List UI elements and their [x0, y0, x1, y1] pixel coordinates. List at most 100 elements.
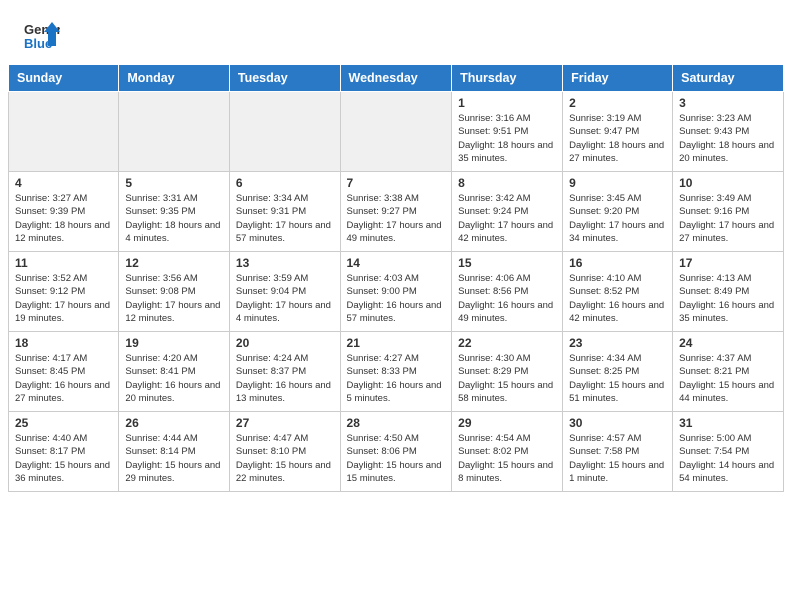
day-number: 18	[15, 336, 112, 350]
calendar-cell: 21 Sunrise: 4:27 AMSunset: 8:33 PMDayligh…	[340, 332, 452, 412]
day-info: Sunrise: 4:30 AMSunset: 8:29 PMDaylight:…	[458, 352, 556, 405]
calendar-cell: 15Sunrise: 4:06 AMSunset: 8:56 PMDayligh…	[452, 252, 563, 332]
weekday-header-saturday: Saturday	[673, 65, 784, 92]
day-number: 25	[15, 416, 112, 430]
day-number: 9	[569, 176, 666, 190]
day-info: Sunrise: 4:27 AMSunset: 8:33 PMDaylight:…	[347, 352, 446, 405]
calendar-cell	[229, 92, 340, 172]
day-number: 30	[569, 416, 666, 430]
calendar-cell: 12 Sunrise: 3:56 AMSunset: 9:08 PMDayligh…	[119, 252, 230, 332]
day-info: Sunrise: 4:44 AMSunset: 8:14 PMDaylight:…	[125, 432, 223, 485]
day-info: Sunrise: 3:27 AMSunset: 9:39 PMDaylight:…	[15, 192, 112, 245]
day-info: Sunrise: 4:17 AMSunset: 8:45 PMDaylight:…	[15, 352, 112, 405]
day-info: Sunrise: 4:54 AMSunset: 8:02 PMDaylight:…	[458, 432, 556, 485]
day-number: 29	[458, 416, 556, 430]
calendar-cell: 10 Sunrise: 3:49 AMSunset: 9:16 PMDayligh…	[673, 172, 784, 252]
calendar-cell: 9 Sunrise: 3:45 AMSunset: 9:20 PMDaylight…	[563, 172, 673, 252]
weekday-header-sunday: Sunday	[9, 65, 119, 92]
day-info: Sunrise: 4:50 AMSunset: 8:06 PMDaylight:…	[347, 432, 446, 485]
calendar-week-2: 4 Sunrise: 3:27 AMSunset: 9:39 PMDaylight…	[9, 172, 784, 252]
calendar-header: SundayMondayTuesdayWednesdayThursdayFrid…	[9, 65, 784, 92]
day-number: 22	[458, 336, 556, 350]
day-number: 28	[347, 416, 446, 430]
calendar-wrapper: SundayMondayTuesdayWednesdayThursdayFrid…	[0, 64, 792, 496]
day-number: 13	[236, 256, 334, 270]
day-number: 1	[458, 96, 556, 110]
calendar-cell: 30Sunrise: 4:57 AMSunset: 7:58 PMDayligh…	[563, 412, 673, 492]
calendar-cell: 27 Sunrise: 4:47 AMSunset: 8:10 PMDayligh…	[229, 412, 340, 492]
day-number: 4	[15, 176, 112, 190]
day-info: Sunrise: 3:49 AMSunset: 9:16 PMDaylight:…	[679, 192, 777, 245]
calendar-cell: 7Sunrise: 3:38 AMSunset: 9:27 PMDaylight…	[340, 172, 452, 252]
day-info: Sunrise: 3:42 AMSunset: 9:24 PMDaylight:…	[458, 192, 556, 245]
weekday-header-friday: Friday	[563, 65, 673, 92]
calendar-cell: 18 Sunrise: 4:17 AMSunset: 8:45 PMDayligh…	[9, 332, 119, 412]
calendar-cell: 2 Sunrise: 3:19 AMSunset: 9:47 PMDaylight…	[563, 92, 673, 172]
logo: General Blue	[24, 18, 60, 54]
calendar-cell: 11Sunrise: 3:52 AMSunset: 9:12 PMDayligh…	[9, 252, 119, 332]
weekday-header-monday: Monday	[119, 65, 230, 92]
day-number: 19	[125, 336, 223, 350]
day-info: Sunrise: 3:56 AMSunset: 9:08 PMDaylight:…	[125, 272, 223, 325]
day-number: 3	[679, 96, 777, 110]
calendar-cell: 31 Sunrise: 5:00 AMSunset: 7:54 PMDayligh…	[673, 412, 784, 492]
calendar-body: 1 Sunrise: 3:16 AMSunset: 9:51 PMDaylight…	[9, 92, 784, 492]
day-info: Sunrise: 3:38 AMSunset: 9:27 PMDaylight:…	[347, 192, 446, 245]
page-header: General Blue	[0, 0, 792, 64]
day-info: Sunrise: 3:19 AMSunset: 9:47 PMDaylight:…	[569, 112, 666, 165]
day-info: Sunrise: 4:10 AMSunset: 8:52 PMDaylight:…	[569, 272, 666, 325]
calendar-cell	[119, 92, 230, 172]
weekday-header-thursday: Thursday	[452, 65, 563, 92]
day-number: 12	[125, 256, 223, 270]
day-number: 24	[679, 336, 777, 350]
day-number: 21	[347, 336, 446, 350]
calendar-cell: 20 Sunrise: 4:24 AMSunset: 8:37 PMDayligh…	[229, 332, 340, 412]
day-info: Sunrise: 3:59 AMSunset: 9:04 PMDaylight:…	[236, 272, 334, 325]
day-info: Sunrise: 4:06 AMSunset: 8:56 PMDaylight:…	[458, 272, 556, 325]
day-info: Sunrise: 3:34 AMSunset: 9:31 PMDaylight:…	[236, 192, 334, 245]
day-info: Sunrise: 4:13 AMSunset: 8:49 PMDaylight:…	[679, 272, 777, 325]
calendar-cell: 14Sunrise: 4:03 AMSunset: 9:00 PMDayligh…	[340, 252, 452, 332]
calendar-cell: 23 Sunrise: 4:34 AMSunset: 8:25 PMDayligh…	[563, 332, 673, 412]
day-info: Sunrise: 3:16 AMSunset: 9:51 PMDaylight:…	[458, 112, 556, 165]
calendar-week-5: 25 Sunrise: 4:40 AMSunset: 8:17 PMDayligh…	[9, 412, 784, 492]
day-info: Sunrise: 4:40 AMSunset: 8:17 PMDaylight:…	[15, 432, 112, 485]
calendar-cell: 1 Sunrise: 3:16 AMSunset: 9:51 PMDaylight…	[452, 92, 563, 172]
day-info: Sunrise: 3:23 AMSunset: 9:43 PMDaylight:…	[679, 112, 777, 165]
day-info: Sunrise: 4:47 AMSunset: 8:10 PMDaylight:…	[236, 432, 334, 485]
calendar-cell: 6Sunrise: 3:34 AMSunset: 9:31 PMDaylight…	[229, 172, 340, 252]
calendar-cell: 22 Sunrise: 4:30 AMSunset: 8:29 PMDayligh…	[452, 332, 563, 412]
day-number: 26	[125, 416, 223, 430]
calendar-cell: 16 Sunrise: 4:10 AMSunset: 8:52 PMDayligh…	[563, 252, 673, 332]
day-number: 20	[236, 336, 334, 350]
day-info: Sunrise: 3:52 AMSunset: 9:12 PMDaylight:…	[15, 272, 112, 325]
weekday-header-row: SundayMondayTuesdayWednesdayThursdayFrid…	[9, 65, 784, 92]
day-info: Sunrise: 4:34 AMSunset: 8:25 PMDaylight:…	[569, 352, 666, 405]
calendar-cell: 26 Sunrise: 4:44 AMSunset: 8:14 PMDayligh…	[119, 412, 230, 492]
day-info: Sunrise: 4:20 AMSunset: 8:41 PMDaylight:…	[125, 352, 223, 405]
day-number: 31	[679, 416, 777, 430]
calendar-week-1: 1 Sunrise: 3:16 AMSunset: 9:51 PMDaylight…	[9, 92, 784, 172]
calendar-cell: 29 Sunrise: 4:54 AMSunset: 8:02 PMDayligh…	[452, 412, 563, 492]
logo-icon: General Blue	[24, 18, 60, 54]
svg-text:Blue: Blue	[24, 36, 52, 51]
weekday-header-wednesday: Wednesday	[340, 65, 452, 92]
day-number: 2	[569, 96, 666, 110]
day-number: 23	[569, 336, 666, 350]
day-number: 27	[236, 416, 334, 430]
day-number: 17	[679, 256, 777, 270]
calendar-week-4: 18 Sunrise: 4:17 AMSunset: 8:45 PMDayligh…	[9, 332, 784, 412]
calendar-cell	[9, 92, 119, 172]
day-info: Sunrise: 3:45 AMSunset: 9:20 PMDaylight:…	[569, 192, 666, 245]
calendar-table: SundayMondayTuesdayWednesdayThursdayFrid…	[8, 64, 784, 492]
day-number: 8	[458, 176, 556, 190]
calendar-cell: 13 Sunrise: 3:59 AMSunset: 9:04 PMDayligh…	[229, 252, 340, 332]
calendar-week-3: 11Sunrise: 3:52 AMSunset: 9:12 PMDayligh…	[9, 252, 784, 332]
day-info: Sunrise: 4:24 AMSunset: 8:37 PMDaylight:…	[236, 352, 334, 405]
day-info: Sunrise: 4:03 AMSunset: 9:00 PMDaylight:…	[347, 272, 446, 325]
calendar-cell: 3 Sunrise: 3:23 AMSunset: 9:43 PMDaylight…	[673, 92, 784, 172]
day-number: 10	[679, 176, 777, 190]
day-info: Sunrise: 5:00 AMSunset: 7:54 PMDaylight:…	[679, 432, 777, 485]
day-number: 5	[125, 176, 223, 190]
day-number: 16	[569, 256, 666, 270]
